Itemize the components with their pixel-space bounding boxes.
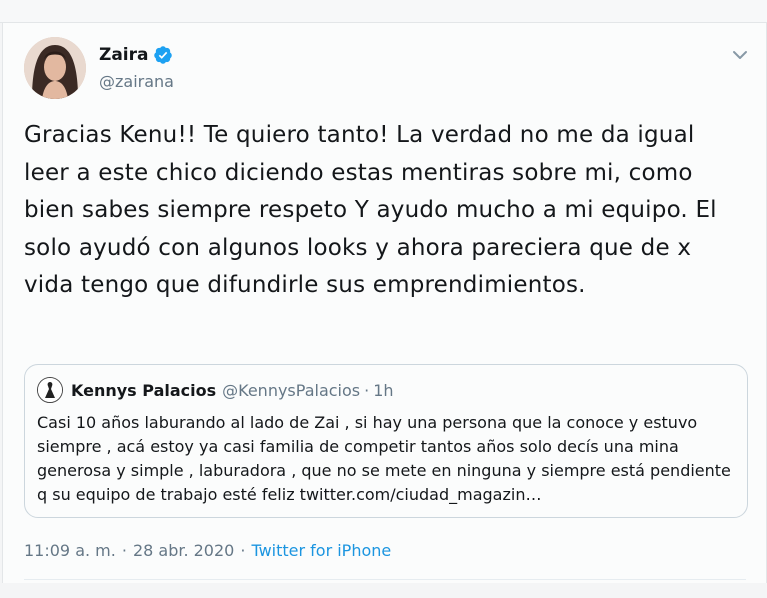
tweet-card: Zaira @zairana Gracias Kenu!! Te quiero … [2, 23, 767, 583]
avatar-photo [24, 37, 86, 99]
chevron-down-icon[interactable] [730, 45, 750, 65]
quoted-author-name[interactable]: Kennys Palacios [71, 381, 216, 400]
meta-separator: · [121, 541, 127, 560]
author-name[interactable]: Zaira [99, 45, 148, 65]
tweet-time[interactable]: 11:09 a. m. [24, 541, 116, 560]
quoted-avatar-logo [38, 378, 62, 402]
quoted-tweet-text: Casi 10 años laburando al lado de Zai , … [37, 413, 731, 504]
divider [24, 579, 746, 580]
quoted-timestamp[interactable]: 1h [373, 381, 393, 400]
tweet-text: Gracias Kenu!! Te quiero tanto! La verda… [24, 122, 717, 298]
quoted-tweet[interactable]: Kennys Palacios @KennysPalacios · 1h Cas… [24, 364, 748, 518]
quoted-author-avatar[interactable] [37, 377, 63, 403]
verified-badge-icon [153, 45, 173, 65]
avatar[interactable] [24, 37, 86, 99]
tweet-source-link[interactable]: Twitter for iPhone [251, 541, 391, 560]
author-handle[interactable]: @zairana [99, 72, 174, 91]
quoted-tweet-header: Kennys Palacios @KennysPalacios · 1h [37, 377, 394, 403]
meta-separator: · [240, 541, 246, 560]
previous-tweet-strip [0, 0, 767, 23]
author-name-row: Zaira [99, 45, 173, 65]
tweet-metadata: 11:09 a. m. · 28 abr. 2020 · Twitter for… [24, 541, 391, 560]
quoted-author-handle[interactable]: @KennysPalacios [222, 381, 360, 400]
quoted-separator: · [364, 380, 370, 400]
tweet-date[interactable]: 28 abr. 2020 [133, 541, 234, 560]
